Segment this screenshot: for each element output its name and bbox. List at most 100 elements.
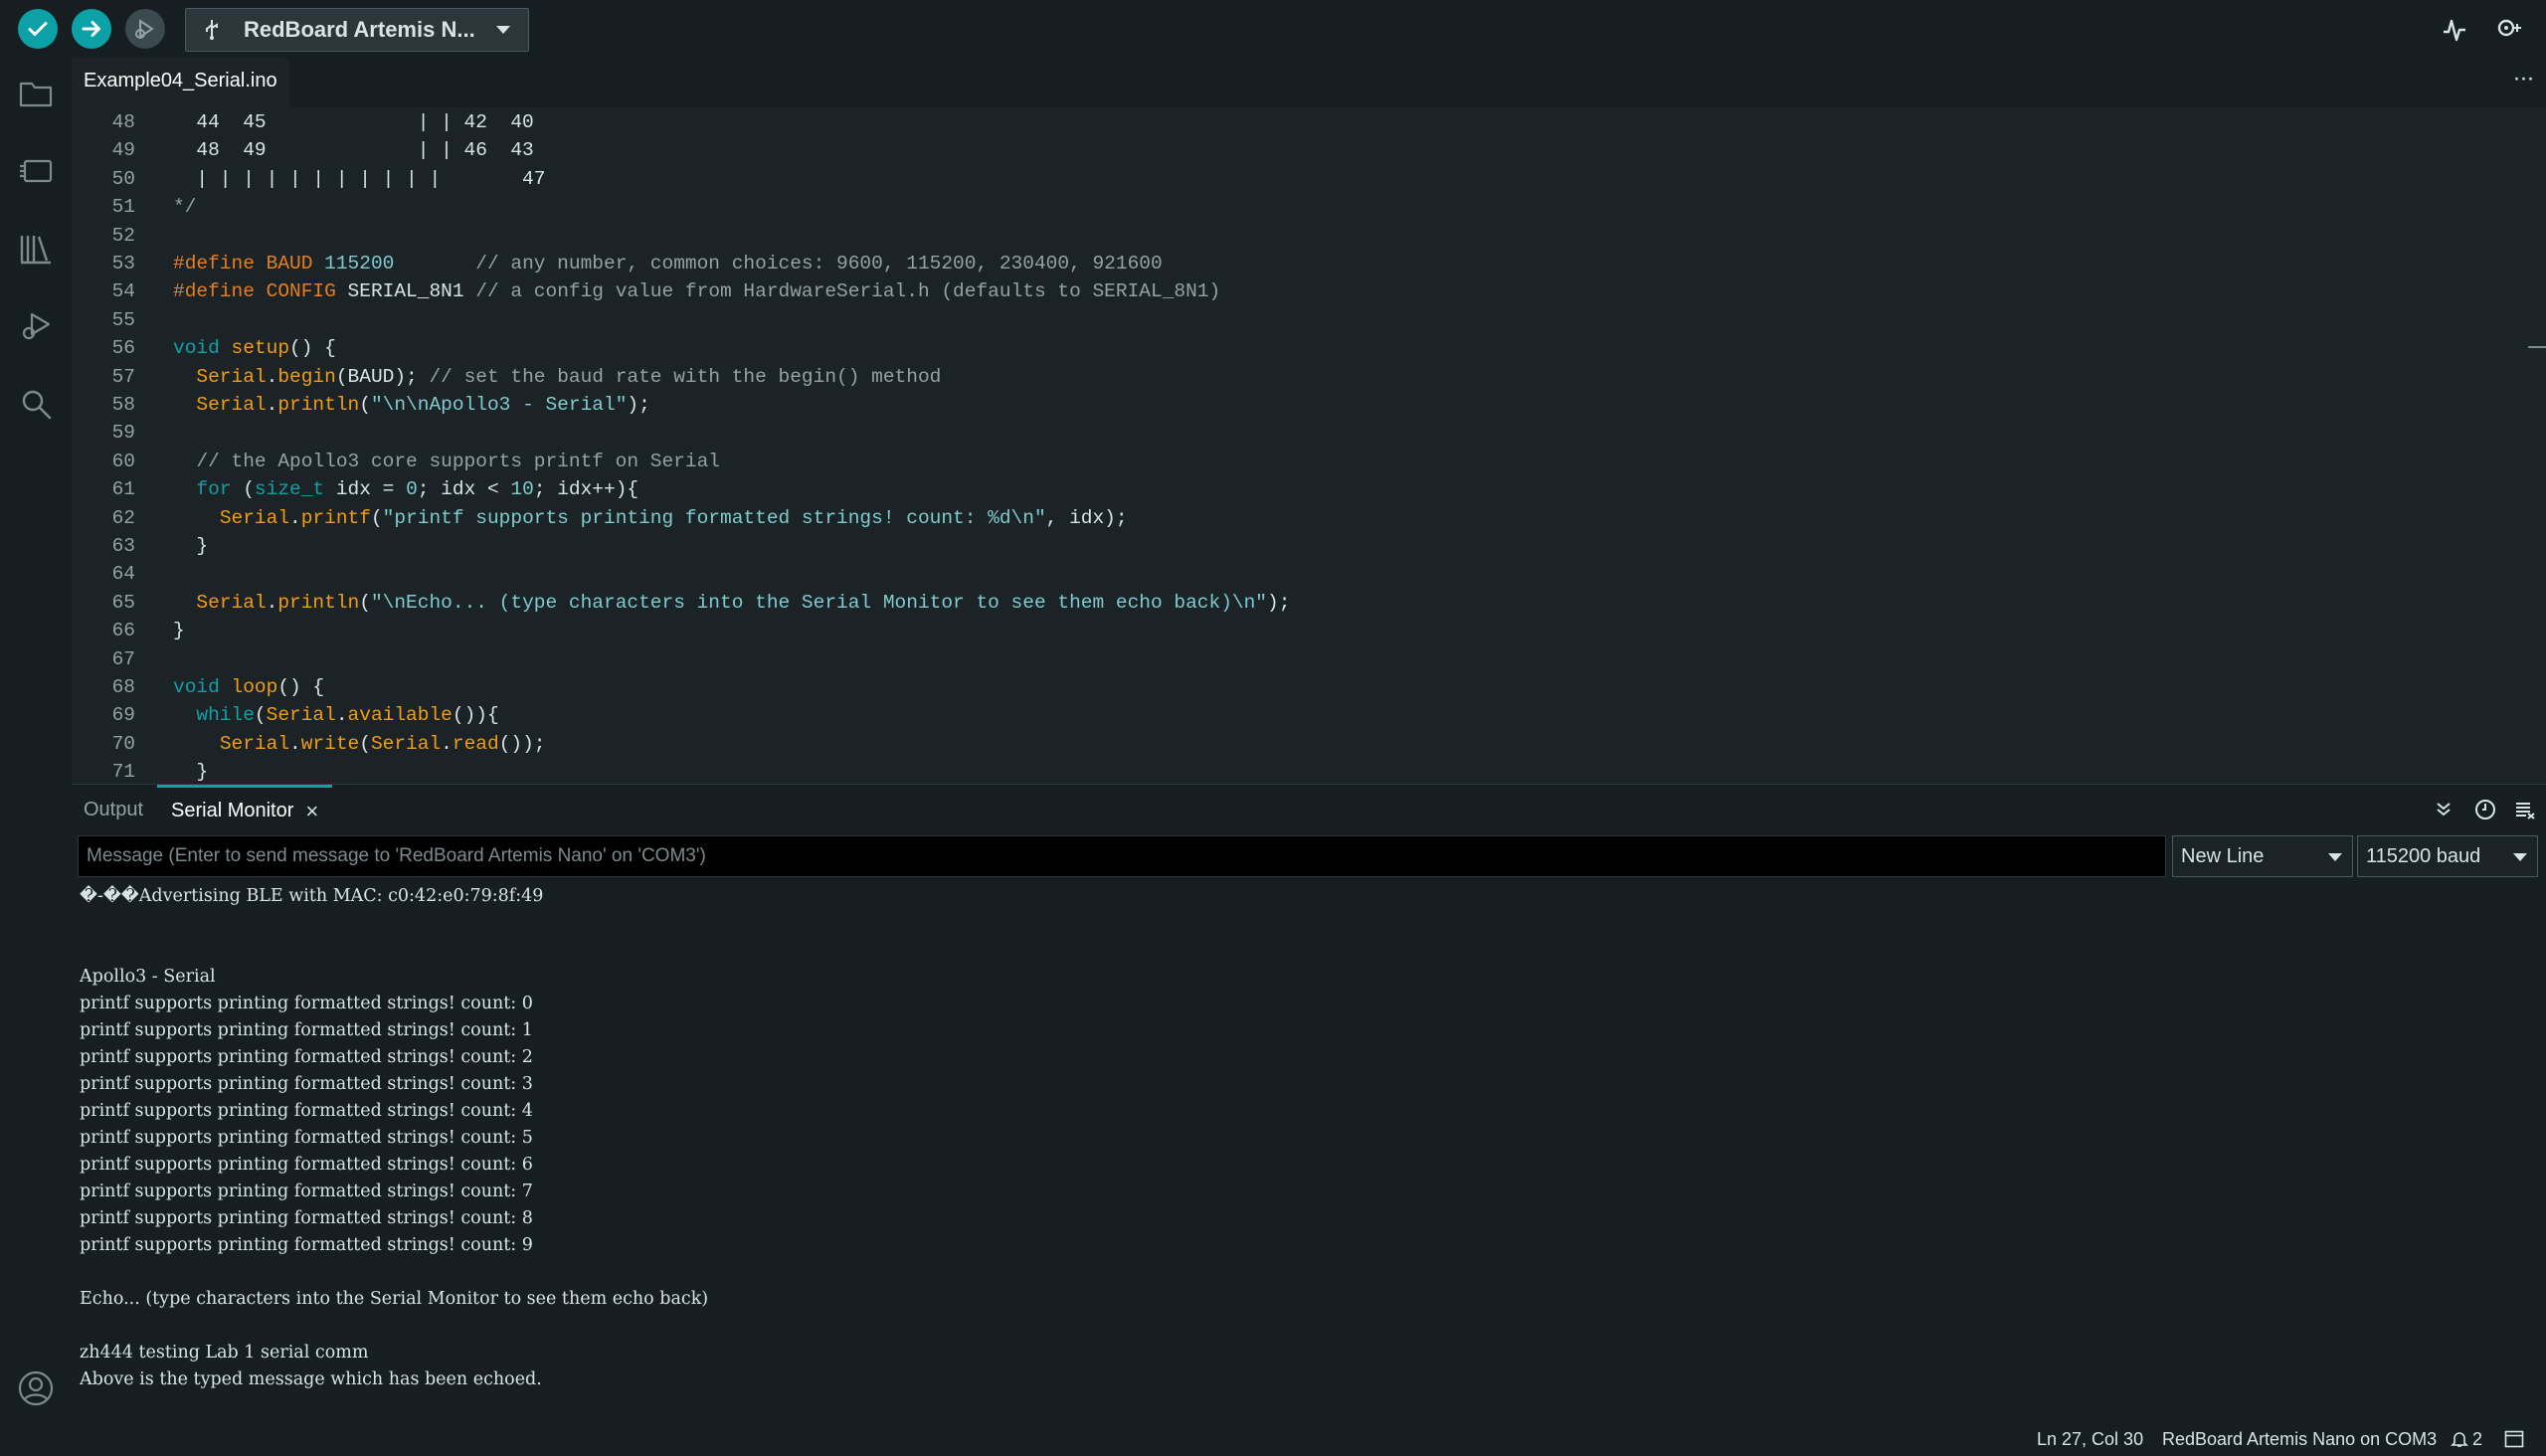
board-icon [20,159,53,183]
board-port-status[interactable]: RedBoard Artemis Nano on COM3 [2162,1422,2437,1456]
line-number: 48 [111,111,135,133]
code-editor[interactable]: 48 44 45 | | 42 40 49 48 49 | | 46 43 50 |… [72,107,2546,784]
message-row: New Line 115200 baud [72,833,2546,879]
code-text: Serial.println("\n\nApollo3 - Serial"); [173,391,649,419]
arrow-right-icon [82,21,100,37]
code-token: // a config value from HardwareSerial.h … [463,280,1221,303]
bell-icon [2451,1432,2468,1447]
line-number: 54 [111,280,135,303]
line-number: 69 [111,704,135,727]
code-token: #define [173,280,267,303]
code-line: 66} [72,617,2458,644]
code-token: */ [173,196,197,219]
code-text: // the Apollo3 core supports printf on S… [173,448,720,475]
clock-icon [2475,800,2495,819]
code-text: | | | | | | | | | | | 47 [173,165,545,193]
line-number: 71 [111,761,135,784]
code-token: 44 45 | | 42 40 [173,111,534,133]
sketchbook-button[interactable] [16,74,56,113]
code-text: } [173,617,185,644]
tab-sketch-file[interactable]: Example04_Serial.ino [72,58,289,107]
code-token: SERIAL_8N1 [347,280,464,303]
serial-output-line: printf supports printing formatted strin… [80,1101,533,1121]
more-options-button[interactable]: ··· [2508,67,2538,97]
serial-output-line: Apollo3 - Serial [80,967,216,987]
serial-output-line: printf supports printing formatted strin… [80,994,533,1013]
code-token: size_t [254,478,325,501]
serial-output-line: Above is the typed message which has bee… [80,1369,542,1389]
code-token: printf [300,506,371,529]
debug-icon [135,19,154,39]
serial-output[interactable]: �-��Advertising BLE with MAC: c0:42:e0:7… [80,883,2536,1420]
code-token: ( [254,704,267,727]
profile-button[interactable] [16,1368,56,1408]
code-token: BAUD [266,253,325,274]
line-number: 52 [111,224,135,247]
debug-panel-button[interactable] [16,306,56,346]
scrollbar-marker[interactable] [2528,346,2546,348]
code-token: void [173,337,232,360]
code-token: Serial [196,365,267,388]
code-token: ( [370,506,383,529]
tab-output[interactable]: Output [84,785,143,834]
cursor-position[interactable]: Ln 27, Col 30 [2037,1422,2143,1456]
boards-manager-button[interactable] [16,151,56,191]
line-number: 60 [111,450,135,472]
serial-monitor-icon [2497,19,2521,37]
message-input[interactable] [78,835,2166,877]
verify-button[interactable] [18,9,58,49]
close-icon[interactable]: × [305,799,318,824]
code-token: ( [359,591,371,614]
tab-serial-monitor[interactable]: Serial Monitor × [157,785,333,834]
baud-rate-select[interactable]: 115200 baud [2357,835,2538,877]
panel-layout-icon [2504,1430,2524,1448]
serial-monitor-button[interactable] [2490,12,2526,48]
baud-rate-value: 115200 baud [2366,844,2481,867]
code-text: Serial.write(Serial.read()); [173,730,546,758]
code-token: () { [277,676,325,698]
line-ending-select[interactable]: New Line [2172,835,2353,877]
board-selector[interactable]: RedBoard Artemis N... [185,8,529,52]
notifications-button[interactable]: 2 [2451,1422,2482,1456]
code-text: } [173,532,208,560]
serial-output-line: printf supports printing formatted strin… [80,1182,533,1201]
code-token: "printf supports printing formatted stri… [382,506,1046,529]
chevron-down-icon [2513,853,2527,861]
library-icon [20,236,51,265]
code-token: (BAUD); [335,365,430,388]
serial-plotter-button[interactable] [2437,12,2472,48]
code-line: 70 Serial.write(Serial.read()); [72,730,2458,758]
library-manager-button[interactable] [16,229,56,269]
code-line: 64 [72,560,2458,588]
notification-count: 2 [2472,1428,2483,1449]
clear-output-button[interactable] [2510,795,2540,824]
timestamp-toggle-button[interactable] [2470,795,2500,824]
code-line: 67 [72,645,2458,673]
toggle-panel-button[interactable] [2504,1422,2524,1456]
code-token: 48 49 | | 46 43 [173,139,534,162]
code-line: 69 while(Serial.available()){ [72,701,2458,729]
toolbar: RedBoard Artemis N... [0,0,2546,58]
serial-output-line: printf supports printing formatted strin… [80,1235,533,1255]
collapse-panel-button[interactable] [2429,795,2458,824]
code-token: . [335,704,348,727]
line-number: 50 [111,167,135,190]
code-token: 0 [406,478,418,501]
chevron-down-icon [496,26,510,34]
code-text: while(Serial.available()){ [173,701,498,729]
serial-output-line: printf supports printing formatted strin… [80,1208,533,1228]
code-token: . [266,365,278,388]
debug-button[interactable] [125,9,165,49]
code-line: 61 for (size_t idx = 0; idx < 10; idx++)… [72,475,2458,503]
code-token: ( [359,394,371,416]
code-token: Serial [219,732,290,755]
code-line: 62 Serial.printf("printf supports printi… [72,504,2458,532]
bottom-panel: Output Serial Monitor × New Line 115200 … [72,784,2546,1422]
upload-button[interactable] [72,9,111,49]
code-token: write [300,732,360,755]
search-button[interactable] [16,384,56,424]
